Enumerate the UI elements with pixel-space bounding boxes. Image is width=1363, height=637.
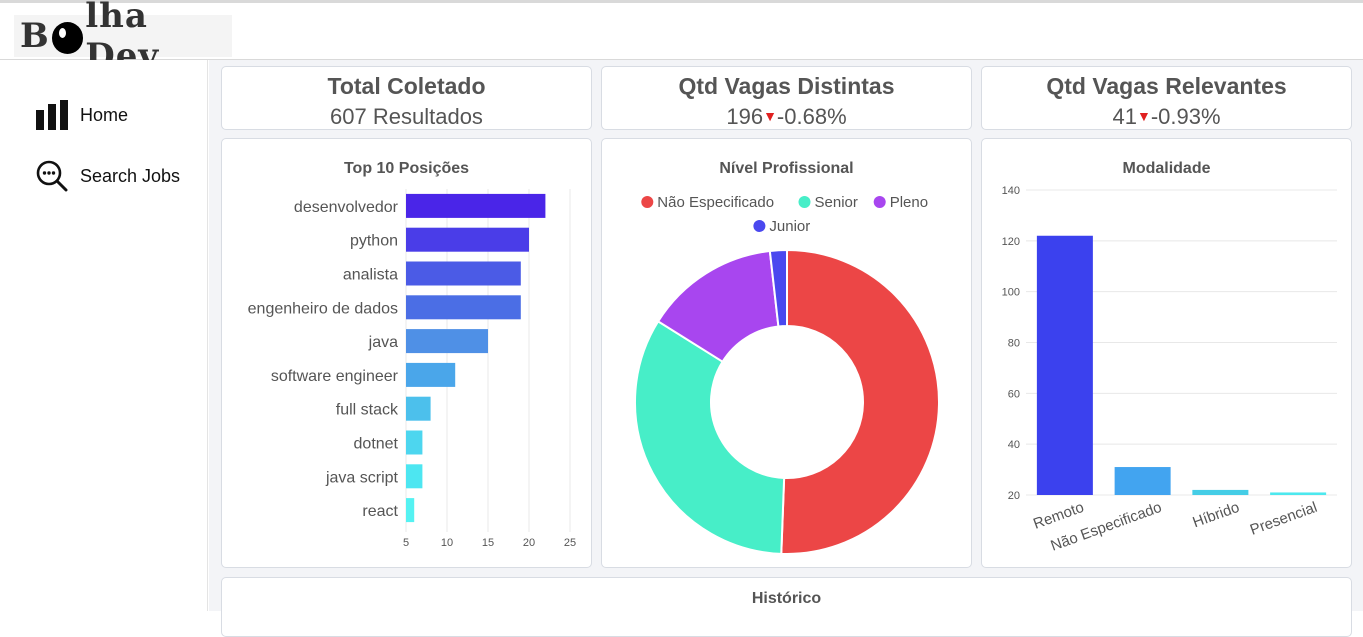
down-arrow-icon: ▼ [763, 108, 777, 124]
logo-prefix: B [20, 16, 50, 56]
category-label: python [350, 233, 398, 250]
bar [1114, 467, 1171, 495]
legend-label: Pleno [890, 194, 928, 211]
category-label: full stack [336, 402, 399, 419]
bar [406, 362, 456, 387]
kpi-value-row: 41▼-0.93% [982, 104, 1351, 130]
y-tick-label: 20 [1008, 490, 1020, 502]
bar [406, 329, 488, 354]
chart-card-top-positions: Top 10 Posições 5 10 15 20 25 desenvolvedor py… [221, 138, 592, 568]
category-label: Híbrido [1190, 499, 1241, 532]
legend-marker [641, 196, 654, 208]
search-dots-icon [36, 160, 68, 192]
category-label: analista [343, 267, 398, 284]
sidebar-item-search-jobs[interactable]: Search Jobs [36, 160, 180, 192]
sidebar-item-label: Home [80, 104, 129, 125]
sidebar-item-home[interactable]: Home [36, 100, 128, 130]
logo-ball-icon [51, 22, 84, 54]
bar [406, 498, 415, 523]
legend-marker [753, 220, 766, 232]
legend-marker [873, 196, 886, 208]
bar [1192, 489, 1249, 495]
dashboard-main: Total Coletado 607 Resultados Qtd Vagas … [209, 60, 1363, 637]
top-bar: Blha Dev [0, 0, 1363, 76]
level-donut-chart: Não Especificado Senior Pleno Junior [634, 194, 940, 555]
x-tick-label: 10 [441, 537, 453, 549]
y-tick-label: 40 [1008, 439, 1020, 451]
x-tick-label: 25 [564, 537, 576, 549]
bar [406, 396, 431, 421]
donut-slice [780, 248, 940, 555]
bar [406, 430, 423, 455]
kpi-value-row: 196▼-0.68% [602, 104, 971, 130]
modality-chart: 20406080100120140RemotoNão Especificado H… [1002, 185, 1337, 555]
kpi-title: Total Coletado [327, 73, 486, 99]
y-tick-label: 140 [1002, 185, 1020, 197]
x-tick-label: 5 [403, 537, 409, 549]
bar [406, 227, 529, 252]
kpi-card-distinct: Qtd Vagas Distintas 196▼-0.68% [601, 66, 972, 130]
y-tick-label: 60 [1008, 388, 1020, 400]
legend-label: Junior [769, 218, 810, 235]
kpi-value: 607 Resultados [330, 104, 483, 129]
kpi-value: 196 [726, 104, 764, 129]
category-label: Presencial [1248, 499, 1320, 539]
kpi-value: 41 [1112, 104, 1137, 129]
kpi-delta: -0.93% [1150, 104, 1221, 129]
y-tick-label: 100 [1002, 287, 1020, 299]
down-arrow-icon: ▼ [1136, 108, 1151, 124]
app-logo[interactable]: Blha Dev [14, 0, 232, 76]
legend-label: Senior [815, 194, 858, 211]
legend-label: Não Especificado [657, 194, 774, 211]
sidebar-item-label: Search Jobs [80, 165, 181, 186]
chart-card-level: Nível Profissional Não Especificado Senio… [601, 138, 972, 568]
y-tick-label: 80 [1008, 338, 1020, 350]
category-label: java script [325, 469, 399, 486]
chart-title: Histórico [751, 590, 822, 607]
kpi-delta: -0.68% [776, 104, 847, 129]
bar-chart-icon [36, 100, 68, 130]
legend-marker [798, 196, 811, 208]
bar [1270, 492, 1327, 495]
bar [406, 295, 521, 320]
top-positions-chart: 5 10 15 20 25 desenvolvedor python analista enge… [248, 189, 576, 549]
bar [1036, 235, 1093, 495]
donut-slice [634, 319, 786, 555]
kpi-title: Qtd Vagas Relevantes [1046, 73, 1287, 99]
kpi-card-total: Total Coletado 607 Resultados [221, 66, 592, 130]
kpi-card-relevant: Qtd Vagas Relevantes 41▼-0.93% [981, 66, 1352, 130]
category-label: software engineer [271, 368, 399, 385]
bar [406, 261, 521, 286]
chart-card-history: Histórico [221, 577, 1352, 637]
bar [406, 464, 423, 489]
category-label: engenheiro de dados [248, 300, 398, 317]
sidebar: Home Search Jobs [0, 60, 208, 611]
kpi-title: Qtd Vagas Distintas [678, 73, 895, 99]
x-tick-label: 15 [482, 537, 494, 549]
category-label: react [362, 503, 398, 520]
category-label: dotnet [354, 436, 399, 453]
bar [406, 193, 546, 218]
category-label: java [368, 334, 398, 351]
y-tick-label: 120 [1002, 236, 1020, 248]
x-tick-label: 20 [523, 537, 535, 549]
chart-card-modality: Modalidade 20 40 60 80 100 120 140 Remoto Não Es… [981, 138, 1352, 568]
category-label: desenvolvedor [294, 199, 399, 216]
